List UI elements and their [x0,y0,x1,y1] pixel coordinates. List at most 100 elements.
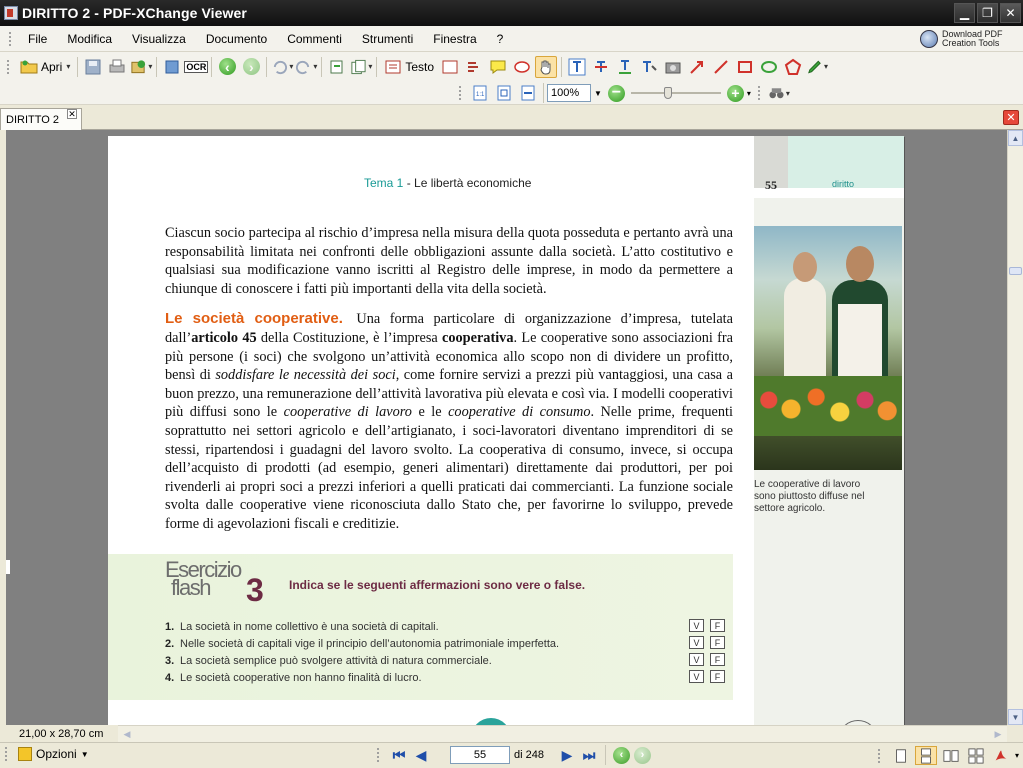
typewriter-text-tool[interactable] [566,56,588,78]
camera-tool[interactable] [662,56,684,78]
false-box[interactable]: F [710,636,725,649]
extract-pages-button[interactable] [350,56,372,78]
toolbar-grip[interactable] [8,30,12,47]
next-view-button[interactable]: › [634,746,651,764]
forward-button[interactable]: › [240,56,262,78]
scroll-down-button[interactable]: ▼ [1008,709,1023,725]
layout-dropdown-icon[interactable]: ▾ [1015,751,1019,760]
previous-page-button[interactable]: ◀ [412,746,430,764]
toolbar-grip[interactable] [458,85,462,101]
last-page-button[interactable]: ⏭ [580,746,598,764]
zoom-in-button[interactable]: + [726,84,744,102]
magnifier-tool[interactable] [768,82,790,104]
next-page-button[interactable]: ▶ [558,746,576,764]
strikeout-tool[interactable] [590,56,612,78]
restore-button[interactable]: ❐ [977,3,998,23]
continuous-page-button[interactable] [914,746,937,765]
callout-tool[interactable] [511,56,533,78]
text-select-icon [385,60,401,73]
pencil-tool[interactable] [806,56,828,78]
false-box[interactable]: F [710,653,725,666]
comment-tool[interactable] [487,56,509,78]
exercise-item: 1. La società in nome collettivo è una s… [165,618,725,635]
oval-tool[interactable] [758,56,780,78]
menu-commenti[interactable]: Commenti [277,32,352,46]
export-button[interactable] [130,56,152,78]
fit-width-button[interactable] [517,82,539,104]
document-tab[interactable]: DIRITTO 2 ✕ [0,108,82,130]
download-pdf-tools-button[interactable]: Download PDF Creation Tools [920,27,1017,50]
menu-documento[interactable]: Documento [196,32,277,46]
menu-file[interactable]: File [18,32,57,46]
options-button[interactable]: Opzioni ▼ [4,746,89,762]
vertical-scroll-thumb[interactable] [1009,267,1022,275]
back-button[interactable]: ‹ [216,56,238,78]
save-button[interactable] [82,56,104,78]
close-button[interactable]: ✕ [1000,3,1021,23]
cooperative-workers-photo [754,226,902,470]
open-button[interactable]: Apri [17,56,73,78]
line-tool[interactable] [710,56,732,78]
scroll-right-button[interactable]: ▶ [991,727,1005,741]
zoom-toolbar: 1:1 100% ▼ − + ▾ [0,81,1023,105]
actual-size-button[interactable]: 1:1 [469,82,491,104]
facing-pages-button[interactable] [940,746,962,765]
rectangle-icon [738,60,753,73]
hand-tool[interactable] [535,55,558,78]
true-box[interactable]: V [689,670,704,683]
true-box[interactable]: V [689,636,704,649]
zoom-options-icon[interactable]: ▾ [747,89,751,98]
polygon-tool[interactable] [782,56,804,78]
menu-strumenti[interactable]: Strumenti [352,32,423,46]
toolbar-grip[interactable] [756,85,761,101]
scroll-up-button[interactable]: ▲ [1008,130,1023,146]
arrow-tool[interactable] [686,56,708,78]
line-icon [714,59,728,74]
zoom-slider[interactable] [630,87,721,99]
true-box[interactable]: V [689,619,704,632]
menu-visualizza[interactable]: Visualizza [122,32,196,46]
print-button[interactable] [106,56,128,78]
single-page-button[interactable] [890,746,912,765]
menu-help[interactable]: ? [487,32,514,46]
fit-page-button[interactable] [493,82,515,104]
text-edit-tool[interactable] [638,56,660,78]
horizontal-scrollbar[interactable]: ◀ ▶ [118,725,1007,742]
menu-finestra[interactable]: Finestra [423,32,486,46]
redo-button[interactable] [295,56,317,78]
vertical-scrollbar[interactable]: ▲ ▼ [1007,130,1023,725]
typewriter-tool[interactable] [463,56,485,78]
zoom-input[interactable]: 100% [547,84,591,102]
continuous-facing-button[interactable] [965,746,987,765]
first-page-button[interactable]: ⏮ [390,746,408,764]
snapshot-tool[interactable] [439,56,461,78]
scan-button[interactable] [161,56,183,78]
document-view[interactable]: Tema 1 - Le libertà economiche 55 diritt… [6,130,1007,725]
panel-collapse-handle[interactable] [6,560,10,574]
zoom-slider-thumb[interactable] [663,87,672,99]
zoom-out-button[interactable]: − [607,84,625,102]
undo-button[interactable] [271,56,293,78]
menu-modifica[interactable]: Modifica [57,32,122,46]
download-line2: Creation Tools [942,37,1000,48]
false-box[interactable]: F [710,619,725,632]
zoom-dropdown-icon[interactable]: ▼ [594,89,602,98]
tab-close-icon[interactable]: ✕ [67,109,77,119]
toolbar-grip[interactable] [6,58,10,75]
scroll-left-button[interactable]: ◀ [120,727,134,741]
rectangle-tool[interactable] [734,56,756,78]
close-document-button[interactable]: ✕ [1003,110,1019,125]
body-text: Ciascun socio partecipa al rischio d’imp… [165,224,733,546]
text-select-tool[interactable]: Testo [381,56,437,78]
ocr-button[interactable]: OCR [184,56,209,78]
minimize-button[interactable]: ▁ [954,3,975,23]
rotate-button[interactable] [326,56,348,78]
camera-icon [665,62,681,73]
underline-tool[interactable] [614,56,636,78]
true-box[interactable]: V [689,653,704,666]
pdf-tools-button[interactable] [990,746,1012,765]
options-flag-icon [18,747,32,761]
current-page-input[interactable]: 55 [450,746,510,764]
false-box[interactable]: F [710,670,725,683]
previous-view-button[interactable]: ‹ [613,746,630,764]
